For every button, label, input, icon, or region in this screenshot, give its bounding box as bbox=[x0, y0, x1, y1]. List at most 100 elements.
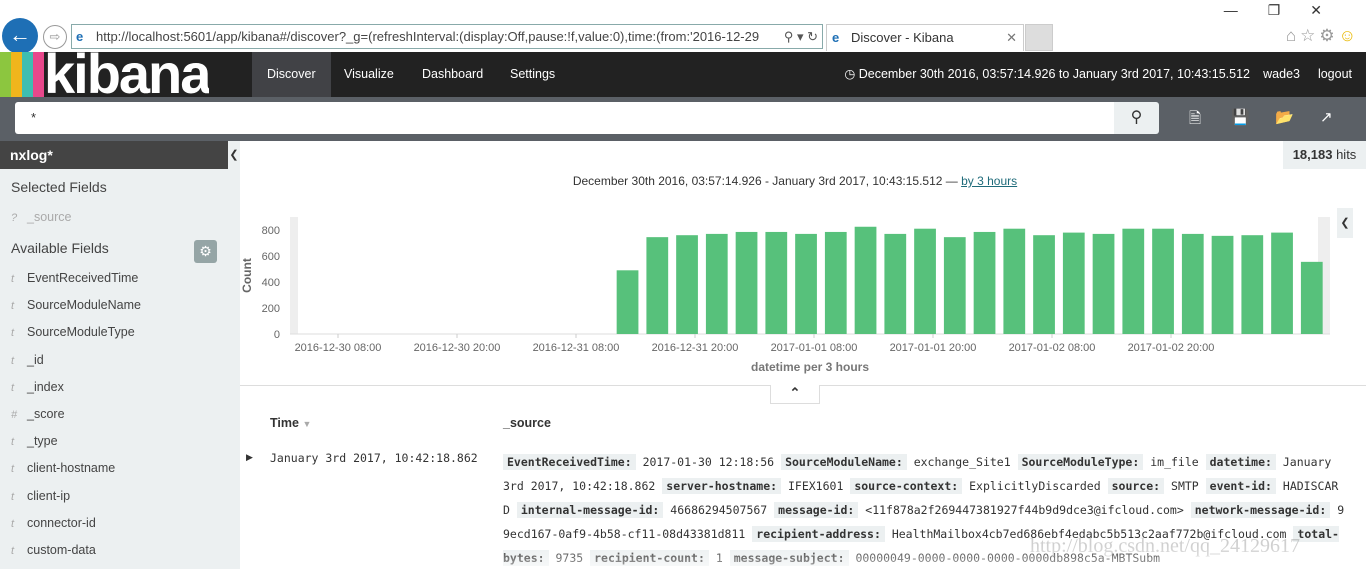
expand-row-icon[interactable]: ▶ bbox=[246, 452, 253, 463]
new-search-icon[interactable]: 🗎 bbox=[1189, 108, 1201, 133]
nav-visualize[interactable]: Visualize bbox=[329, 52, 409, 97]
sort-icon[interactable]: ▼ bbox=[302, 419, 311, 429]
field-type-icon: t bbox=[11, 517, 15, 530]
save-search-icon[interactable]: 💾 bbox=[1231, 108, 1250, 126]
share-icon[interactable]: ↗ bbox=[1320, 108, 1333, 126]
source-key: recipient-address: bbox=[752, 526, 885, 542]
hits-label: hits bbox=[1336, 147, 1357, 162]
nav-settings[interactable]: Settings bbox=[495, 52, 570, 97]
close-tab-icon[interactable]: ✕ bbox=[1006, 25, 1017, 51]
index-pattern[interactable]: nxlog* bbox=[0, 141, 228, 169]
selected-field-source[interactable]: ? _source bbox=[11, 210, 71, 224]
histogram-bar bbox=[973, 231, 996, 334]
gear-icon[interactable]: ⚙ bbox=[194, 240, 217, 263]
field-item[interactable]: t SourceModuleType bbox=[11, 325, 135, 339]
histogram-bar bbox=[1211, 235, 1234, 334]
username: wade3 bbox=[1263, 67, 1300, 81]
histogram-bar bbox=[705, 233, 728, 334]
nav-dashboard[interactable]: Dashboard bbox=[407, 52, 498, 97]
source-key: internal-message-id: bbox=[516, 502, 664, 518]
chart-time-range: December 30th 2016, 03:57:14.926 - Janua… bbox=[240, 174, 1350, 188]
expand-right-icon[interactable]: ❮ bbox=[1337, 208, 1353, 238]
histogram-bar bbox=[824, 231, 847, 334]
field-name: _score bbox=[27, 407, 65, 421]
field-item[interactable]: t _id bbox=[11, 353, 44, 367]
y-tick-label: 800 bbox=[262, 225, 280, 237]
collapse-chart-button[interactable]: ⌃ bbox=[770, 385, 820, 404]
source-value: ExplicitlyDiscarded bbox=[969, 479, 1101, 493]
back-button[interactable]: ← bbox=[2, 18, 38, 54]
histogram-bar bbox=[854, 226, 877, 334]
histogram-bar bbox=[1122, 228, 1145, 334]
nav-discover[interactable]: Discover bbox=[252, 52, 331, 97]
home-favorites-settings-icons[interactable]: ⌂☆⚙☺ bbox=[1286, 26, 1360, 46]
clock-icon: ◷ bbox=[844, 67, 859, 81]
histogram-bar bbox=[646, 237, 669, 334]
field-name: EventReceivedTime bbox=[27, 271, 139, 285]
field-item[interactable]: t EventReceivedTime bbox=[11, 271, 138, 285]
field-item[interactable]: t _type bbox=[11, 434, 58, 448]
open-search-icon[interactable]: 📂 bbox=[1275, 108, 1294, 126]
browser-tab[interactable]: e Discover - Kibana ✕ bbox=[826, 24, 1024, 51]
source-value: exchange_Site1 bbox=[913, 455, 1011, 469]
x-tick-label: 2016-12-30 08:00 bbox=[295, 342, 382, 354]
field-item[interactable]: t connector-id bbox=[11, 516, 96, 530]
url-text: http://localhost:5601/app/kibana#/discov… bbox=[96, 29, 760, 44]
selected-fields-heading: Selected Fields bbox=[11, 179, 107, 195]
source-value: SMTP bbox=[1171, 479, 1199, 493]
ie-icon: e bbox=[832, 30, 840, 45]
column-header-time[interactable]: Time ▼ bbox=[270, 416, 311, 430]
histogram-bar bbox=[1062, 232, 1085, 334]
field-name: SourceModuleType bbox=[27, 325, 135, 340]
field-name: client-ip bbox=[27, 488, 71, 503]
x-tick-label: 2017-01-01 20:00 bbox=[890, 342, 977, 354]
new-tab-button[interactable] bbox=[1025, 24, 1053, 51]
source-value: im_file bbox=[1150, 455, 1199, 469]
histogram-bar bbox=[914, 228, 936, 334]
interval-link[interactable]: by 3 hours bbox=[961, 174, 1017, 188]
kibana-logo[interactable]: kibana bbox=[44, 44, 209, 97]
field-item[interactable]: t SourceModuleName bbox=[11, 298, 141, 312]
source-key: EventReceivedTime: bbox=[503, 454, 636, 470]
source-key: network-message-id: bbox=[1190, 502, 1331, 518]
y-tick-label: 600 bbox=[262, 251, 280, 263]
logout-link[interactable]: logout bbox=[1318, 52, 1352, 96]
field-item[interactable]: t client-hostname bbox=[11, 461, 115, 475]
histogram-bar bbox=[1152, 228, 1174, 334]
source-key: source: bbox=[1107, 478, 1165, 494]
field-type-icon: t bbox=[11, 273, 15, 285]
logo-stripe bbox=[0, 52, 11, 97]
field-item[interactable]: t client-ip bbox=[11, 489, 70, 503]
y-axis-label: Count bbox=[240, 258, 254, 293]
source-key: datetime: bbox=[1205, 454, 1276, 470]
histogram-bar bbox=[1241, 235, 1264, 334]
search-button[interactable]: ⚲ bbox=[1114, 102, 1159, 134]
field-type-icon: t bbox=[11, 490, 15, 503]
field-type-icon: # bbox=[11, 409, 18, 421]
field-name: _source bbox=[27, 210, 72, 224]
histogram-bar bbox=[943, 237, 966, 334]
field-name: _index bbox=[27, 379, 64, 394]
time-picker[interactable]: ◷ December 30th 2016, 03:57:14.926 to Ja… bbox=[844, 52, 1250, 96]
y-tick-label: 400 bbox=[262, 277, 280, 289]
field-item[interactable]: t _index bbox=[11, 380, 64, 394]
histogram-bar bbox=[1033, 235, 1055, 334]
source-key: server-hostname: bbox=[662, 478, 782, 494]
y-tick-label: 0 bbox=[274, 329, 280, 341]
search-dropdown-refresh-icon[interactable]: ⚲ ▾ ↻ bbox=[779, 25, 818, 48]
source-key: source-context: bbox=[850, 478, 963, 494]
x-tick-label: 2016-12-30 20:00 bbox=[414, 342, 501, 354]
histogram-bar bbox=[765, 231, 788, 334]
field-item[interactable]: t custom-data bbox=[11, 543, 96, 557]
field-item[interactable]: # _score bbox=[11, 407, 65, 421]
hits-number: 18,183 bbox=[1292, 147, 1333, 162]
histogram-bar bbox=[1271, 232, 1293, 334]
collapse-sidebar-icon[interactable]: ❮ bbox=[228, 141, 240, 169]
fade-overlay bbox=[490, 545, 1366, 569]
window-controls[interactable]: —❐✕ bbox=[1224, 2, 1352, 19]
query-input[interactable]: * bbox=[15, 102, 1115, 134]
field-name: _id bbox=[27, 352, 44, 367]
source-key: message-id: bbox=[774, 502, 859, 518]
field-name: connector-id bbox=[27, 515, 96, 530]
search-icon: ⚲ bbox=[1130, 109, 1143, 126]
